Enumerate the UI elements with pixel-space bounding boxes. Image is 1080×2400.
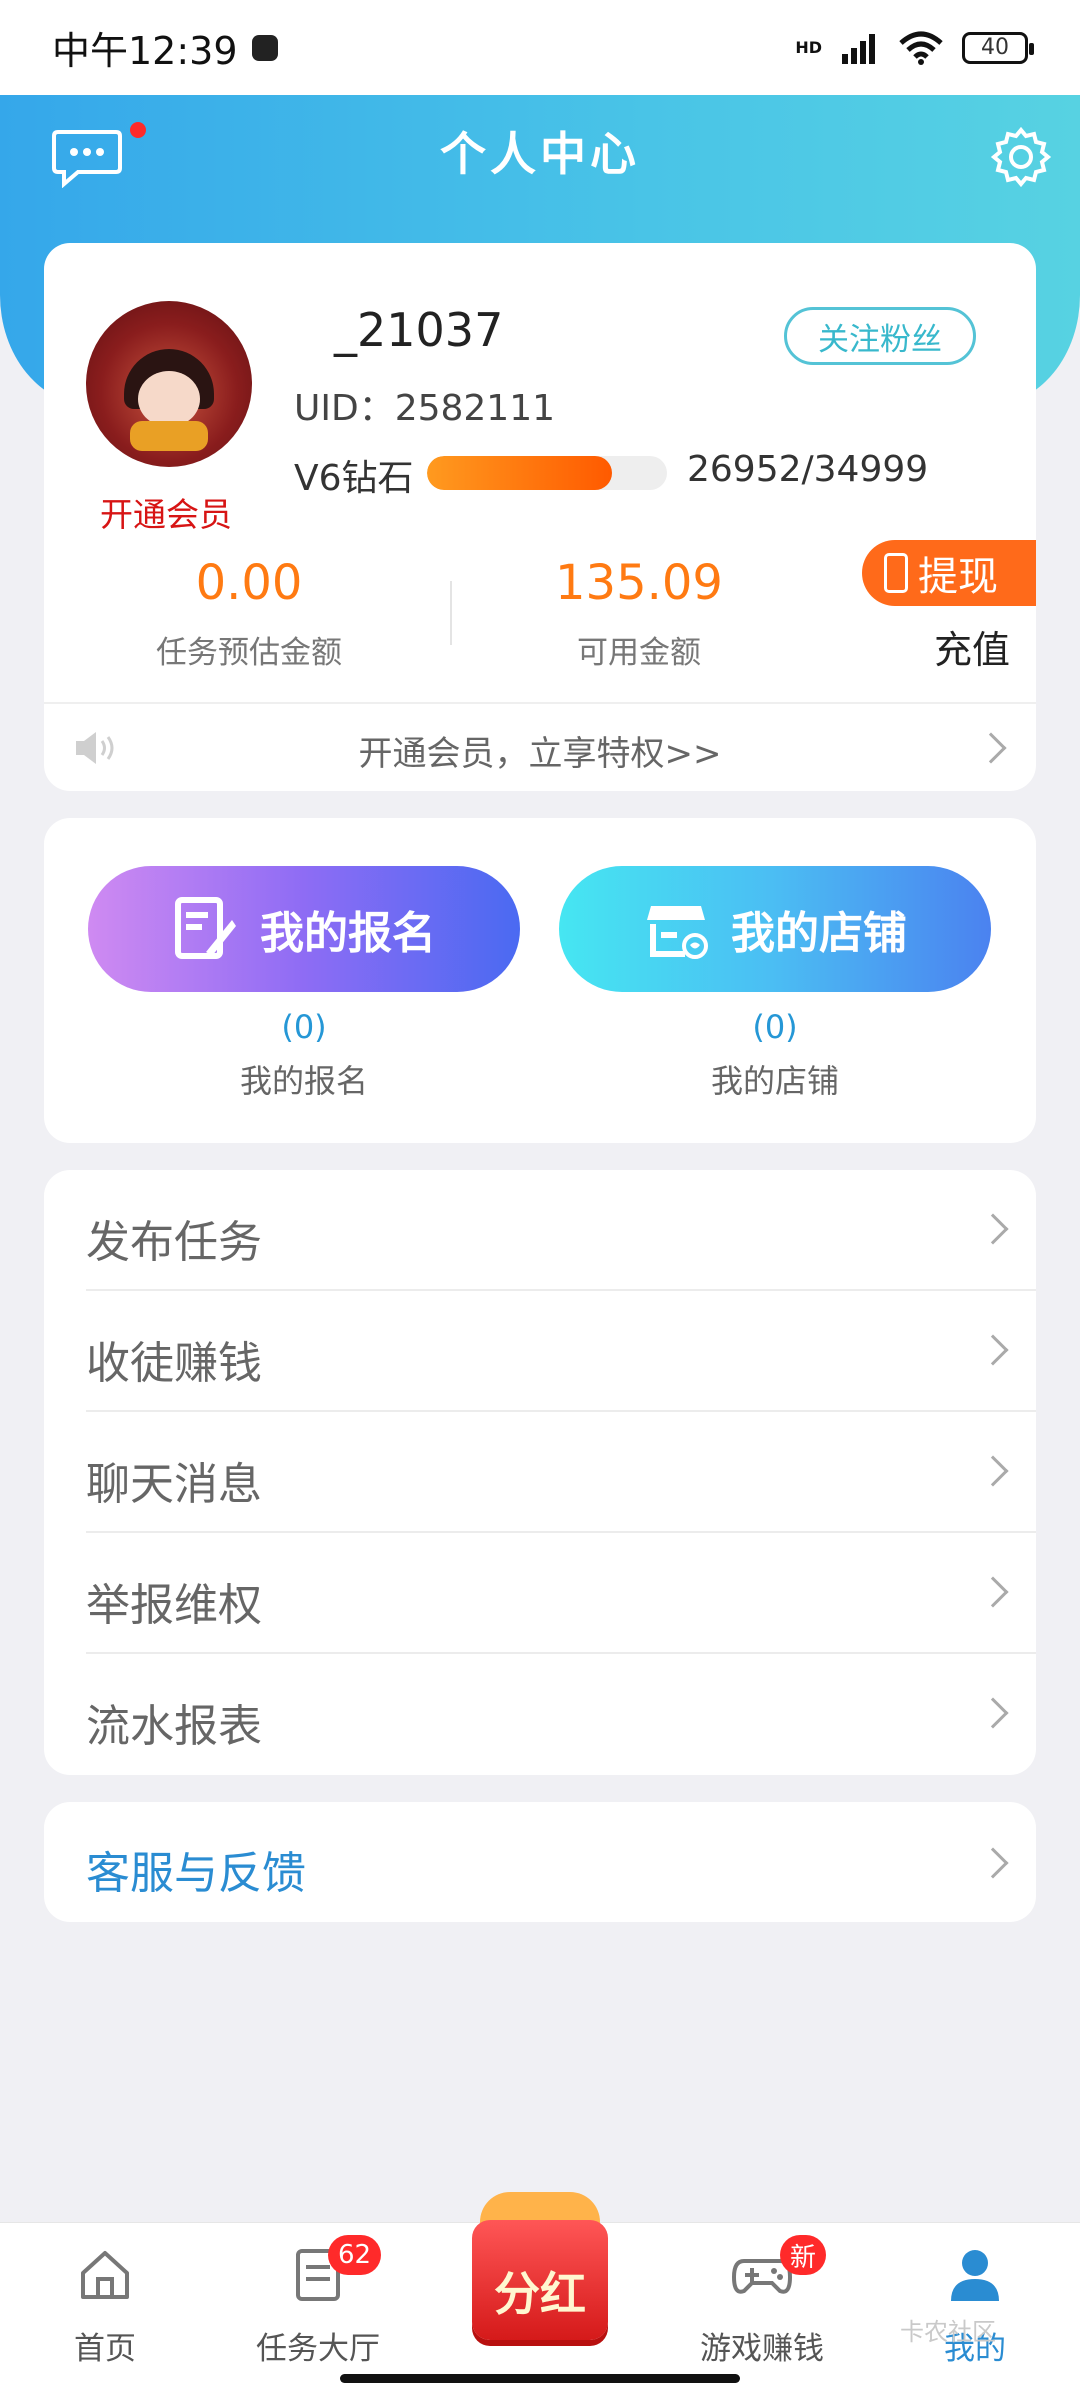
- battery-indicator: 40: [962, 31, 1034, 64]
- recharge-button[interactable]: 充值: [934, 619, 1010, 674]
- chevron-right-icon: [977, 1334, 1009, 1366]
- user-icon: [951, 2250, 999, 2301]
- user-id: UID：2582111: [294, 388, 556, 429]
- customer-service-feedback[interactable]: 客服与反馈: [44, 1802, 1036, 1922]
- notification-app-icon: [251, 34, 278, 61]
- nav-game-earn-label: 游戏赚钱: [700, 2331, 824, 2367]
- quick-actions-card: 我的报名 我的店铺 (0) 我的报名 (0) 我的店铺: [44, 818, 1036, 1143]
- my-shop-button-label: 我的店铺: [731, 908, 907, 959]
- page-title: 个人中心: [440, 127, 640, 181]
- level-progress-fill: [427, 456, 612, 490]
- network-type: HD: [795, 37, 822, 57]
- menu-item-label: 发布任务: [86, 1217, 262, 1268]
- my-shop-count: (0): [752, 1008, 798, 1046]
- menu-item-label: 收徒赚钱: [86, 1338, 262, 1389]
- menu-item-report[interactable]: 举报维权: [86, 1533, 1036, 1654]
- my-registration-label: 我的报名: [239, 1062, 368, 1100]
- chevron-right-icon: [977, 1213, 1009, 1245]
- username: _21037: [334, 303, 504, 357]
- vip-notice-banner[interactable]: 开通会员，立享特权>>: [44, 702, 1036, 791]
- chevron-right-icon: [977, 1697, 1009, 1729]
- withdraw-label: 提现: [918, 554, 998, 600]
- nav-home-label: 首页: [74, 2331, 136, 2367]
- withdraw-button[interactable]: 提现: [862, 540, 1036, 606]
- menu-item-label: 聊天消息: [86, 1459, 262, 1510]
- avatar[interactable]: [86, 301, 252, 467]
- my-registration-count: (0): [281, 1008, 327, 1046]
- menu-list: 发布任务 收徒赚钱 聊天消息 举报维权 流水报表: [44, 1170, 1036, 1775]
- my-shop-label: 我的店铺: [710, 1062, 839, 1100]
- nav-game-earn[interactable]: 游戏赚钱 新: [672, 2235, 852, 2377]
- new-badge: 新: [780, 2235, 827, 2275]
- level-label: V6钻石: [294, 458, 414, 499]
- menu-item-recruit-earn[interactable]: 收徒赚钱: [86, 1291, 1036, 1412]
- estimated-amount-label: 任务预估金额: [156, 635, 342, 671]
- menu-item-publish-task[interactable]: 发布任务: [86, 1170, 1036, 1291]
- edit-note-icon: [175, 897, 236, 959]
- follow-fans-button[interactable]: 关注粉丝: [784, 307, 976, 365]
- status-bar: 中午12:39 HD 40: [0, 0, 1080, 95]
- nav-task-hall[interactable]: 任务大厅 62: [228, 2235, 408, 2377]
- dividend-label: 分红: [494, 2267, 586, 2321]
- phone-icon: [884, 553, 908, 593]
- nav-home[interactable]: 首页: [15, 2247, 195, 2377]
- my-registration-button-label: 我的报名: [260, 908, 436, 959]
- chevron-right-icon: [977, 1455, 1009, 1487]
- menu-item-label: 举报维权: [86, 1580, 262, 1631]
- customer-service-label: 客服与反馈: [86, 1848, 306, 1899]
- gear-icon[interactable]: [990, 126, 1052, 188]
- estimated-amount: 0.00: [195, 555, 303, 611]
- home-indicator[interactable]: [340, 2374, 740, 2383]
- available-amount-label: 可用金额: [577, 635, 701, 671]
- my-registration-button[interactable]: 我的报名: [88, 866, 520, 992]
- nav-task-hall-label: 任务大厅: [256, 2331, 380, 2367]
- vip-notice-text: 开通会员，立享特权>>: [358, 734, 722, 774]
- home-icon: [81, 2251, 129, 2299]
- menu-item-transaction-report[interactable]: 流水报表: [86, 1654, 1036, 1775]
- watermark: 卡农社区: [900, 2318, 996, 2346]
- chevron-right-icon: [977, 1847, 1009, 1879]
- task-count-badge: 62: [328, 2235, 382, 2275]
- shop-icon: [647, 906, 708, 959]
- amount-divider: [450, 581, 452, 645]
- wifi-icon: [899, 31, 943, 65]
- chevron-right-icon: [977, 1576, 1009, 1608]
- available-amount: 135.09: [555, 555, 723, 611]
- signal-icon: [842, 33, 875, 64]
- my-shop-button[interactable]: 我的店铺: [559, 866, 991, 992]
- open-vip-link[interactable]: 开通会员: [100, 488, 232, 536]
- dividend-button[interactable]: 分红: [458, 2186, 622, 2350]
- menu-item-chat-messages[interactable]: 聊天消息: [86, 1412, 1036, 1533]
- profile-card: 开通会员 _21037 UID：2582111 关注粉丝 V6钻石 26952/…: [44, 243, 1036, 791]
- status-time: 中午12:39: [52, 29, 238, 73]
- level-progress-bar: [427, 456, 667, 490]
- level-progress-text: 26952/34999: [687, 449, 929, 490]
- menu-item-label: 流水报表: [86, 1701, 262, 1752]
